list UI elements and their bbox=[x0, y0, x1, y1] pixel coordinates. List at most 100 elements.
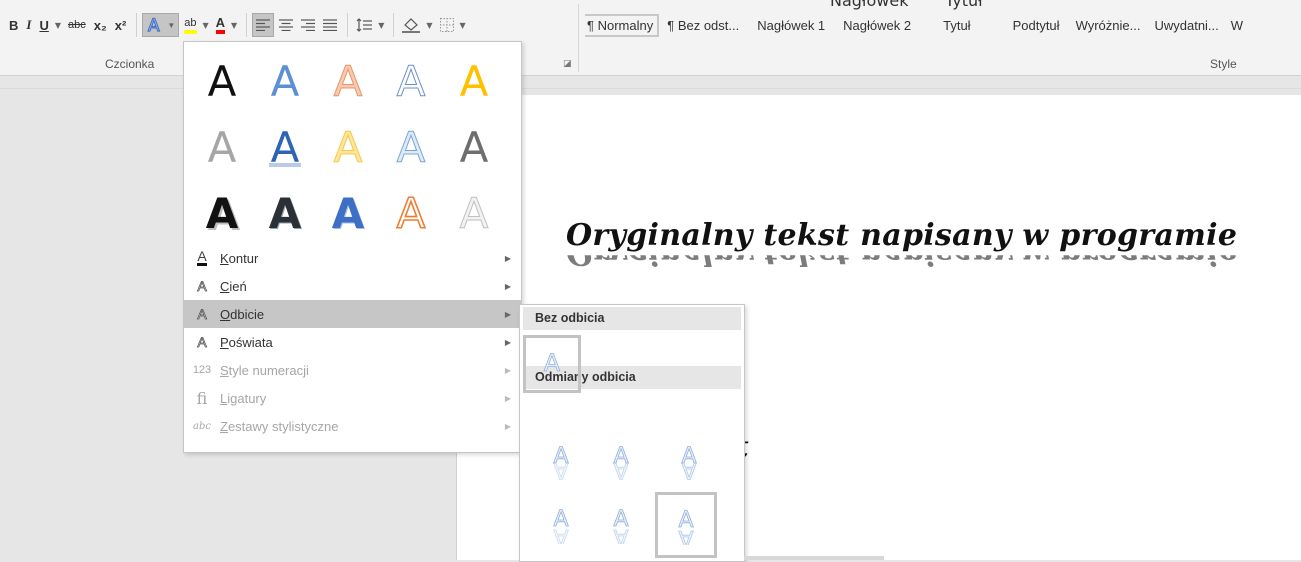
dialog-launcher-icon[interactable]: ◪ bbox=[563, 59, 572, 69]
highlight-color-button[interactable]: ab bbox=[181, 13, 199, 37]
svg-text:A: A bbox=[331, 189, 364, 238]
reflection-variation-half[interactable]: AA bbox=[592, 432, 650, 490]
style-item[interactable]: ¶ Bez odst... bbox=[667, 18, 739, 33]
svg-text:A: A bbox=[333, 57, 362, 106]
reflection-variation-tight-4pt[interactable]: AA bbox=[532, 495, 590, 553]
submenu-arrow-icon: ▶ bbox=[504, 365, 511, 375]
glow-icon: A bbox=[197, 334, 207, 351]
reflection-variation-full[interactable]: AA bbox=[660, 432, 718, 490]
reflection-variation-half-4pt[interactable]: AA bbox=[592, 495, 650, 553]
align-right-icon bbox=[301, 19, 316, 31]
effect-black-shadow[interactable]: AA bbox=[190, 178, 253, 244]
menu-item-reflection[interactable]: A Odbicie ▶ bbox=[184, 300, 521, 328]
chevron-down-icon[interactable]: ▼ bbox=[203, 21, 209, 30]
effect-light-gray-outline[interactable]: A bbox=[442, 178, 505, 244]
menu-item-shadow[interactable]: A Cień ▶ bbox=[184, 272, 521, 300]
menu-item-label: Odbicie bbox=[220, 306, 265, 322]
effect-orange-outline-bold[interactable]: A bbox=[379, 178, 442, 244]
no-reflection-option[interactable]: A bbox=[523, 335, 581, 393]
menu-item-number-styles[interactable]: 123 Style numeracji ▶ bbox=[184, 356, 521, 384]
shading-button[interactable] bbox=[399, 13, 423, 37]
reflection-variation-tight[interactable]: AA bbox=[532, 432, 590, 490]
line-spacing-button[interactable] bbox=[353, 13, 375, 37]
borders-button[interactable] bbox=[437, 13, 457, 37]
cut-style-label: Nagłówek bbox=[830, 0, 909, 10]
text-effect-icon: A bbox=[459, 123, 488, 172]
reflection-preview-icon: AA bbox=[553, 507, 569, 544]
text-effect-icon: A bbox=[268, 123, 301, 172]
svg-text:A: A bbox=[681, 457, 696, 481]
chevron-down-icon[interactable]: ▼ bbox=[460, 21, 466, 30]
effect-white-blue-outline[interactable]: A bbox=[379, 46, 442, 112]
effect-blue-bevel[interactable]: AA bbox=[316, 178, 379, 244]
cut-style-label: Tytuł bbox=[945, 0, 983, 10]
submenu-arrow-icon: ▶ bbox=[504, 281, 511, 291]
svg-text:A: A bbox=[396, 123, 425, 172]
menu-item-glow[interactable]: A Poświata ▶ bbox=[184, 328, 521, 356]
underline-dropdown-icon[interactable]: ▼ bbox=[55, 21, 61, 30]
svg-text:A: A bbox=[678, 525, 693, 545]
effect-dark-bevel[interactable]: AA bbox=[253, 178, 316, 244]
style-item[interactable]: W bbox=[1231, 18, 1243, 33]
text-effects-button[interactable]: A ▼ bbox=[142, 13, 180, 37]
subscript-button[interactable]: x₂ bbox=[91, 13, 110, 37]
reflection-variation-full-4pt[interactable]: AA bbox=[655, 492, 717, 558]
font-color-button[interactable]: A bbox=[213, 13, 228, 37]
svg-text:A: A bbox=[544, 349, 561, 377]
svg-text:A: A bbox=[459, 189, 488, 238]
effect-dark-gray-fill[interactable]: A bbox=[442, 112, 505, 178]
style-item[interactable]: Uwydatni... bbox=[1154, 18, 1218, 33]
effect-gray-fill[interactable]: A bbox=[190, 112, 253, 178]
ligatures-icon: fi bbox=[196, 388, 208, 408]
strikethrough-button[interactable]: abc bbox=[65, 13, 89, 37]
chevron-down-icon[interactable]: ▼ bbox=[231, 21, 237, 30]
menu-item-outline[interactable]: A Kontur ▶ bbox=[184, 244, 521, 272]
italic-button[interactable]: I bbox=[23, 13, 34, 37]
effect-light-blue-outline[interactable]: A bbox=[379, 112, 442, 178]
style-item[interactable]: Podtytuł bbox=[1013, 18, 1060, 33]
superscript-button[interactable]: x² bbox=[112, 13, 130, 37]
chevron-down-icon[interactable]: ▼ bbox=[378, 21, 384, 30]
style-item[interactable]: Tytuł bbox=[943, 18, 970, 33]
svg-text:A: A bbox=[268, 189, 301, 238]
text-effect-icon: A bbox=[396, 123, 426, 173]
justify-button[interactable] bbox=[320, 13, 340, 37]
align-left-button[interactable] bbox=[252, 13, 275, 37]
svg-text:A: A bbox=[396, 57, 425, 106]
reflection-preview-icon: AA bbox=[681, 444, 697, 481]
style-item[interactable]: Nagłówek 2 bbox=[843, 18, 911, 33]
effect-blue-reflection[interactable]: A bbox=[253, 112, 316, 178]
effect-black-fill[interactable]: A bbox=[190, 46, 253, 112]
menu-item-ligatures[interactable]: fi Ligatury ▶ bbox=[184, 384, 521, 412]
align-right-button[interactable] bbox=[298, 13, 318, 37]
underline-button[interactable]: U bbox=[36, 13, 51, 37]
text-effect-icon: AA bbox=[205, 189, 240, 240]
text-effect-icon: A bbox=[333, 123, 363, 173]
svg-text:A: A bbox=[205, 189, 238, 238]
effect-orange-outline[interactable]: A bbox=[316, 46, 379, 112]
tooltip-edge bbox=[744, 556, 884, 560]
effect-blue-gradient[interactable]: A bbox=[253, 46, 316, 112]
styles-group-label: Style bbox=[1210, 57, 1237, 71]
align-center-button[interactable] bbox=[276, 13, 296, 37]
chevron-down-icon[interactable]: ▼ bbox=[426, 21, 432, 30]
svg-text:A: A bbox=[207, 57, 236, 106]
reflection-preview-icon: AA bbox=[613, 444, 629, 481]
svg-text:A: A bbox=[333, 123, 362, 172]
style-item[interactable]: Nagłówek 1 bbox=[757, 18, 825, 33]
text-effects-options: A Kontur ▶ A Cień ▶ A Odbicie ▶ A Poświa… bbox=[184, 244, 521, 440]
text-effect-icon: A bbox=[333, 57, 363, 107]
text-effect-icon: A bbox=[207, 57, 236, 106]
bold-button[interactable]: B bbox=[6, 13, 21, 37]
reflection-preview-icon: A bbox=[543, 349, 561, 378]
style-item[interactable]: ¶ Normalny bbox=[585, 13, 660, 37]
outline-icon: A bbox=[197, 248, 207, 266]
document-text[interactable]: Oryginalny tekst napisany w programie bbox=[566, 218, 1237, 253]
effect-gold-fill[interactable]: A bbox=[442, 46, 505, 112]
effect-yellow-outline[interactable]: A bbox=[316, 112, 379, 178]
menu-item-label: Zestawy stylistyczne bbox=[220, 418, 339, 434]
font-format-row: B I U ▼ abc x₂ x² A ▼ ab ▼ A ▼ ▼ ▼ ▼ bbox=[0, 10, 580, 40]
reflection-icon: A bbox=[197, 306, 207, 323]
menu-item-stylistic-sets[interactable]: abc Zestawy stylistyczne ▶ bbox=[184, 412, 521, 440]
style-item[interactable]: Wyróżnie... bbox=[1076, 18, 1141, 33]
